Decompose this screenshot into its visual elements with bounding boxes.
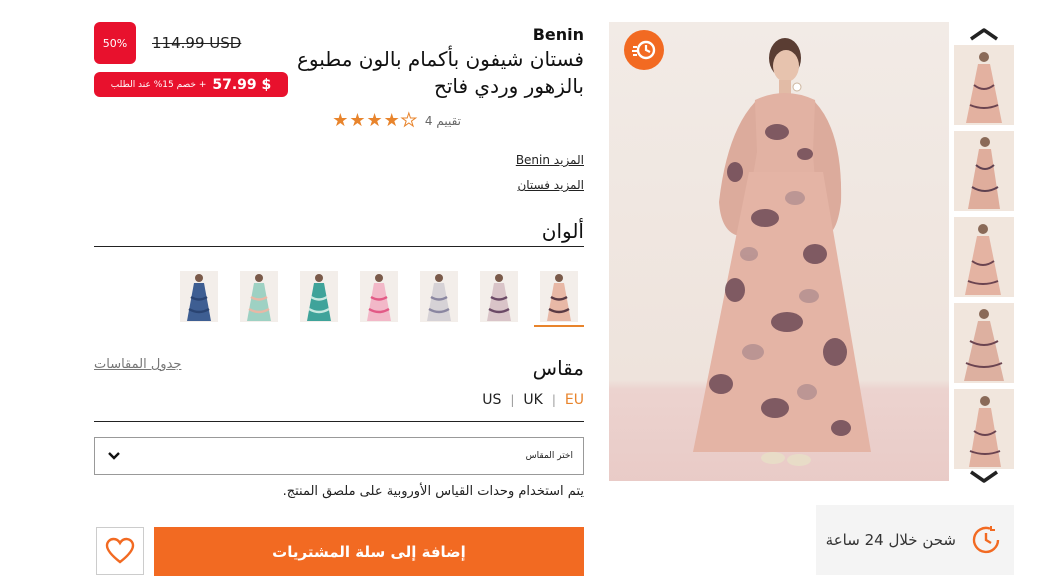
colors-title: ألوان [541,219,584,243]
chevron-up-icon [970,28,998,41]
promo-price: 57.99 $ [212,76,272,93]
size-select[interactable]: اختر المقاس [94,437,584,475]
star-icon: ★ [349,110,366,131]
thumbnail-4[interactable] [954,303,1014,383]
divider [94,421,584,422]
color-swatch-pink-print[interactable] [360,271,398,322]
unit-separator: | [551,393,556,407]
dress-photo [609,22,949,481]
thumbnails-up-button[interactable] [968,26,1000,41]
size-note: يتم استخدام وحدات القياس الأوروبية على م… [282,484,584,499]
rating-label: تقييم 4 [424,114,461,128]
more-from-brand-link[interactable]: المزيد Benin [516,153,584,167]
brand-name[interactable]: Benin [533,25,584,44]
star-icon: ★ [366,110,383,131]
unit-uk[interactable]: UK [523,392,542,408]
color-swatch-plum-floral[interactable] [480,271,518,322]
thumbnail-5[interactable] [954,389,1014,469]
unit-separator: | [510,393,515,407]
color-swatch-teal-floral[interactable] [300,271,338,322]
chevron-down-icon [970,470,998,483]
fast-delivery-icon [632,40,656,60]
color-swatch-grey-print[interactable] [420,271,458,322]
star-empty-icon: ★ [400,110,417,131]
star-icon: ★ [383,110,400,131]
shipping-text: شحن خلال 24 ساعة [825,531,956,549]
shipping-info: شحن خلال 24 ساعة [816,505,1014,575]
star-rating: ★ ★ ★ ★ ★ [332,110,417,131]
color-swatch-mint-pattern[interactable] [240,271,278,322]
clock-icon [972,526,1000,554]
size-chart-link[interactable]: جدول المقاسات [94,357,181,372]
add-to-cart-button[interactable]: إضافة إلى سلة المشتريات [154,527,584,576]
star-icon: ★ [332,110,349,131]
product-title: فستان شيفون بأكمام بالون مطبوع بالزهور و… [297,47,584,98]
divider [94,246,584,247]
discount-badge: 50% [94,22,136,64]
unit-eu[interactable]: EU [565,392,584,408]
heart-icon [105,537,135,564]
size-select-placeholder: اختر المقاس [525,451,573,461]
size-unit-switcher: US | UK | EU [482,392,584,408]
size-title: مقاس [532,356,584,380]
more-dresses-link[interactable]: المزيد فستان [517,178,584,192]
promo-text: + خصم 15% عند الطلب [110,79,207,90]
chevron-down-icon [108,452,120,460]
rating: ★ ★ ★ ★ ★ تقييم 4 [332,110,461,131]
thumbnails-down-button[interactable] [968,469,1000,483]
main-product-image[interactable] [609,22,949,481]
promo-price-banner: 57.99 $ + خصم 15% عند الطلب [94,72,288,97]
fast-delivery-badge [624,30,664,70]
color-swatch-blue-dress[interactable] [180,271,218,322]
original-price: 114.99 USD [152,34,242,52]
thumbnail-3[interactable] [954,217,1014,297]
thumbnail-1[interactable] [954,45,1014,125]
selected-swatch-indicator [534,325,584,327]
wishlist-button[interactable] [96,527,144,575]
unit-us[interactable]: US [482,392,501,408]
color-swatch-blush-floral[interactable] [540,271,578,322]
thumbnail-2[interactable] [954,131,1014,211]
